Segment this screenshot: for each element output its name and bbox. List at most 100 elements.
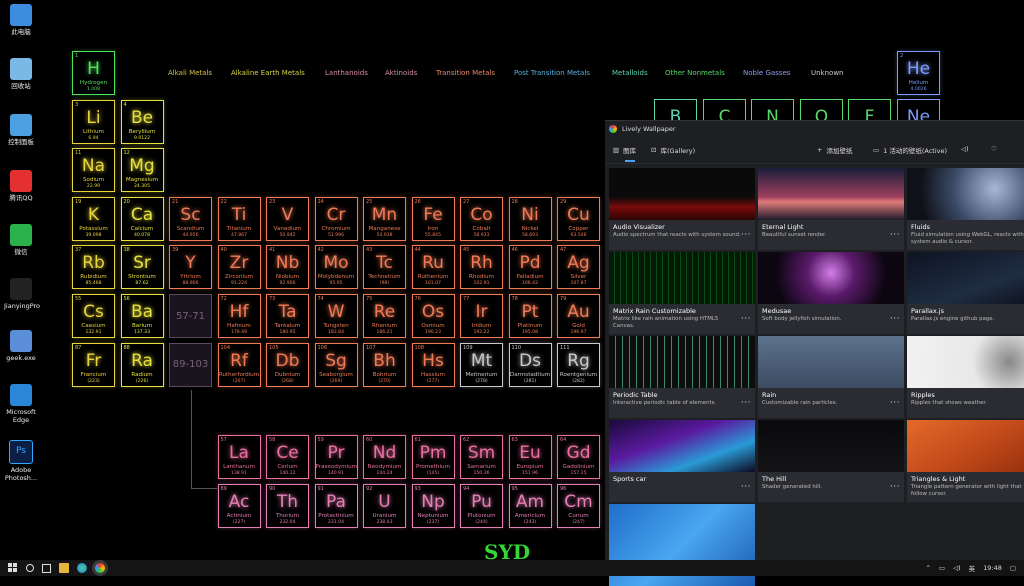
element-tile[interactable]: 72 Hf Hafnium 178.49 <box>217 294 261 338</box>
element-tile[interactable]: 47 Ag Silver 107.87 <box>557 245 600 290</box>
element-tile[interactable]: 56 Ba Barium 137.33 <box>120 294 164 338</box>
element-tile[interactable]: 57 La Lanthanum 138.91 <box>217 434 261 479</box>
element-tile[interactable]: 42 Mo Molybdenum 95.95 <box>314 245 358 290</box>
desktop-icon[interactable]: geek.exe <box>4 330 38 362</box>
element-tile[interactable]: 104 Rf Rutherfordium (267) <box>217 342 261 387</box>
more-options-icon[interactable]: ··· <box>741 230 751 240</box>
element-tile[interactable]: 1 H Hydrogen 1.008 <box>72 51 115 95</box>
element-tile[interactable]: 29 Cu Copper 63.546 <box>557 196 600 241</box>
task-view-icon[interactable] <box>42 563 51 573</box>
more-options-icon[interactable]: ··· <box>890 230 900 240</box>
wallpaper-card[interactable]: RipplesRipples that shows weather.··· <box>907 336 1024 418</box>
element-tile[interactable]: 24 Cr Chromium 51.996 <box>314 196 358 241</box>
desktop-icon[interactable]: 微信 <box>4 224 38 256</box>
element-tile[interactable]: 39 Y Yttrium 88.906 <box>169 245 212 290</box>
element-tile[interactable]: 110 Ds Darmstadtium (281) <box>508 342 552 387</box>
file-explorer-icon[interactable] <box>59 563 69 573</box>
tab-gallery[interactable]: ⊡ 库(Gallery) <box>651 145 695 155</box>
edge-taskbar-icon[interactable] <box>77 563 87 573</box>
element-tile[interactable]: 94 Pu Plutonium (244) <box>460 483 503 528</box>
element-tile[interactable]: 111 Rg Roentgenium (282) <box>557 342 600 387</box>
element-tile[interactable]: 19 K Potassium 39.098 <box>72 196 115 241</box>
element-tile[interactable]: 105 Db Dubnium (268) <box>266 342 309 387</box>
element-tile[interactable]: 23 V Vanadium 50.942 <box>266 196 309 241</box>
element-tile[interactable]: 21 Sc Scandium 44.956 <box>169 196 212 241</box>
desktop-icon[interactable]: JianyingPro <box>4 278 40 310</box>
element-tile[interactable]: 90 Th Thorium 232.04 <box>266 483 309 528</box>
tab-library[interactable]: ▥ 图库 <box>613 145 636 155</box>
element-tile[interactable]: 78 Pt Platinum 195.08 <box>508 294 552 338</box>
chevron-up-icon[interactable]: ⌃ <box>925 564 930 572</box>
element-tile[interactable]: 109 Mt Meitnerium (278) <box>460 342 503 387</box>
element-tile[interactable]: 79 Au Gold 196.97 <box>557 294 600 338</box>
element-tile[interactable]: 59 Pr Praseodymium 140.91 <box>314 434 358 479</box>
favorite-button[interactable]: ♡ <box>991 145 997 153</box>
ime-indicator[interactable]: 英 <box>969 563 976 573</box>
element-tile[interactable]: 108 Hs Hassium (277) <box>411 342 455 387</box>
add-wallpaper-button[interactable]: + 添加壁纸 <box>817 145 852 155</box>
element-tile[interactable]: 11 Na Sodium 22.99 <box>72 148 115 193</box>
element-tile[interactable]: 12 Mg Magnesium 24.305 <box>120 148 164 193</box>
element-tile[interactable]: 87 Fr Francium (223) <box>72 342 115 387</box>
volume-button[interactable]: ◁) <box>961 145 969 153</box>
element-tile[interactable]: 107 Bh Bohrium (270) <box>363 342 406 387</box>
element-tile[interactable]: 25 Mn Manganese 54.938 <box>363 196 406 241</box>
desktop-icon[interactable]: 此电脑 <box>4 4 38 36</box>
wallpaper-card[interactable]: Audio Visualizer Audio spectrum that reac… <box>609 168 755 250</box>
element-tile[interactable]: 26 Fe Iron 55.845 <box>411 196 455 241</box>
element-tile[interactable]: 58 Ce Cerium 140.12 <box>266 434 309 479</box>
network-icon[interactable]: ▭ <box>939 564 945 572</box>
wallpaper-card[interactable]: Fluids Fluid simulation using WebGL, reac… <box>907 168 1024 250</box>
element-tile[interactable]: 74 W Tungsten 183.84 <box>314 294 358 338</box>
active-wallpapers-button[interactable]: ▭ 1 活动的壁纸(Active) <box>873 145 947 155</box>
element-tile[interactable]: 27 Co Cobalt 58.933 <box>460 196 503 241</box>
desktop-icon[interactable]: 腾讯QQ <box>4 170 38 202</box>
element-tile[interactable]: 62 Sm Samarium 150.36 <box>460 434 503 479</box>
wallpaper-card[interactable]: Periodic Table Interactive periodic table… <box>609 336 755 418</box>
wallpaper-card[interactable]: Parallax.js Parallax.js engine github pag… <box>907 252 1024 334</box>
element-tile[interactable]: 44 Ru Ruthenium 101.07 <box>411 245 455 290</box>
lively-taskbar-icon[interactable] <box>95 563 105 573</box>
desktop-icon[interactable]: Ps Adobe Photosh... <box>4 440 38 482</box>
element-tile[interactable]: 106 Sg Seaborgium (269) <box>314 342 358 387</box>
wallpaper-card[interactable]: Rain Customizable rain particles. ··· <box>758 336 904 418</box>
desktop-icon[interactable]: 回收站 <box>4 58 38 90</box>
volume-icon[interactable]: ◁) <box>953 564 961 572</box>
element-tile[interactable]: 37 Rb Rubidium 85.468 <box>72 245 115 290</box>
search-icon[interactable] <box>26 564 34 572</box>
element-tile[interactable]: 4 Be Beryllium 9.0122 <box>120 99 164 144</box>
element-tile[interactable]: 2 He Helium 4.0026 <box>897 51 940 95</box>
wallpaper-card[interactable]: Medusae Soft body jellyfish simulation. ··… <box>758 252 904 334</box>
element-tile[interactable]: 38 Sr Strontium 87.62 <box>120 245 164 290</box>
element-tile[interactable]: 45 Rh Rhodium 102.91 <box>460 245 503 290</box>
element-tile[interactable]: 40 Zr Zirconium 91.224 <box>217 245 261 290</box>
element-tile[interactable]: 55 Cs Caesium 132.91 <box>72 294 115 338</box>
element-tile[interactable]: 76 Os Osmium 190.23 <box>411 294 455 338</box>
element-tile[interactable]: 93 Np Neptunium (237) <box>411 483 455 528</box>
element-tile[interactable]: 77 Ir Iridium 192.22 <box>460 294 503 338</box>
wallpaper-card[interactable]: The Hill Shader generated hill. ··· <box>758 420 904 502</box>
element-tile[interactable]: 64 Gd Gadolinium 157.25 <box>557 434 600 479</box>
element-tile[interactable]: 92 U Uranium 238.03 <box>363 483 406 528</box>
wallpaper-card[interactable]: Sports car ··· <box>609 420 755 502</box>
element-tile[interactable]: 3 Li Lithium 6.94 <box>72 99 115 144</box>
more-options-icon[interactable]: ··· <box>741 398 751 408</box>
element-tile[interactable]: 41 Nb Niobium 92.906 <box>266 245 309 290</box>
element-tile[interactable]: 22 Ti Titanium 47.867 <box>217 196 261 241</box>
windows-start-icon[interactable] <box>8 563 18 573</box>
more-options-icon[interactable]: ··· <box>741 314 751 324</box>
element-tile[interactable]: 88 Ra Radium (226) <box>120 342 164 387</box>
element-tile[interactable]: 95 Am Americium (243) <box>508 483 552 528</box>
desktop-icon[interactable]: 控制面板 <box>4 114 38 146</box>
element-tile[interactable]: 96 Cm Curium (247) <box>557 483 600 528</box>
more-options-icon[interactable]: ··· <box>890 482 900 492</box>
element-tile[interactable]: 73 Ta Tantalum 180.95 <box>266 294 309 338</box>
element-tile[interactable]: 43 Tc Technetium (98) <box>363 245 406 290</box>
notification-icon[interactable]: ▢ <box>1010 564 1016 572</box>
element-tile[interactable]: 63 Eu Europium 151.96 <box>508 434 552 479</box>
more-options-icon[interactable]: ··· <box>741 482 751 492</box>
wallpaper-card[interactable]: Eternal Light Beautiful sunset render. ··· <box>758 168 904 250</box>
element-tile[interactable]: 89 Ac Actinium (227) <box>217 483 261 528</box>
element-tile[interactable]: 75 Re Rhenium 186.21 <box>363 294 406 338</box>
more-options-icon[interactable]: ··· <box>890 314 900 324</box>
